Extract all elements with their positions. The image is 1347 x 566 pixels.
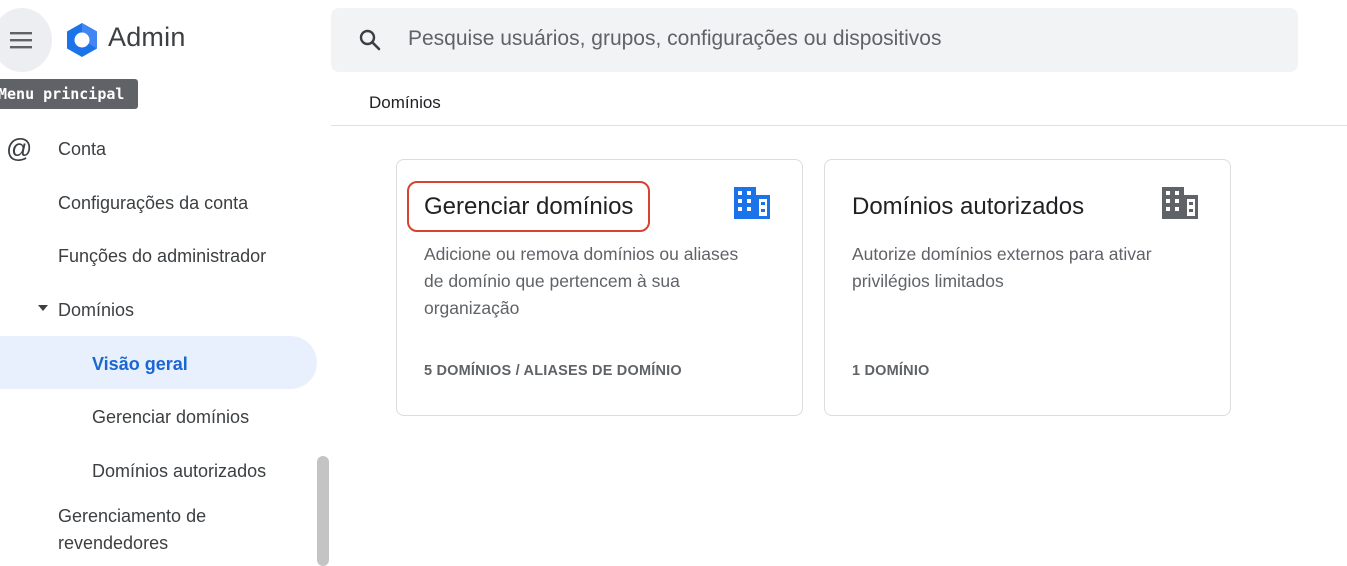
sidebar-item-gerenciamento-revendedores[interactable]: Gerenciamento de [58,506,206,527]
card-desc-line: Autorize domínios externos para ativar [852,244,1152,264]
building-icon [734,187,770,219]
sidebar-item-conta[interactable]: Conta [58,139,106,160]
card-title-gerenciar-dominios[interactable]: Gerenciar domínios [424,193,633,221]
card-desc-dominios-autorizados: Autorize domínios externos para ativar p… [852,241,1212,295]
card-desc-line: Adicione ou remova domínios ou aliases [424,244,739,264]
google-admin-logo-icon[interactable] [62,20,102,60]
card-desc-line: organização [424,298,520,318]
building-icon [1162,187,1198,219]
sidebar-item-gerenciamento-revendedores-line2[interactable]: revendedores [58,533,168,554]
sidebar-item-visao-geral[interactable]: Visão geral [92,354,188,375]
caret-down-icon[interactable] [38,305,48,311]
sidebar-item-dominios[interactable]: Domínios [58,300,134,321]
card-count-dominios-autorizados: 1 DOMÍNIO [852,363,930,379]
card-title-dominios-autorizados[interactable]: Domínios autorizados [852,193,1084,221]
card-desc-gerenciar-dominios: Adicione ou remova domínios ou aliases d… [424,241,784,322]
header-divider [331,125,1347,126]
main-menu-tooltip: Menu principal [0,79,139,109]
sidebar-scrollbar[interactable] [317,456,329,566]
card-count-gerenciar-dominios: 5 DOMÍNIOS / ALIASES DE DOMÍNIO [424,363,682,379]
search-icon[interactable] [358,28,382,52]
breadcrumb[interactable]: Domínios [369,93,441,113]
at-icon: @ [6,133,33,163]
card-desc-line: privilégios limitados [852,271,1004,291]
card-desc-line: de domínio que pertencem à sua [424,271,680,291]
sidebar-item-gerenciar-dominios[interactable]: Gerenciar domínios [92,407,249,428]
sidebar-item-dominios-autorizados[interactable]: Domínios autorizados [92,461,266,482]
sidebar-item-configuracoes-conta[interactable]: Configurações da conta [58,193,248,214]
hamburger-menu-icon[interactable] [10,30,32,50]
search-input[interactable]: Pesquise usuários, grupos, configurações… [408,27,941,51]
app-title[interactable]: Admin [108,22,186,53]
sidebar-item-funcoes-admin[interactable]: Funções do administrador [58,246,266,267]
